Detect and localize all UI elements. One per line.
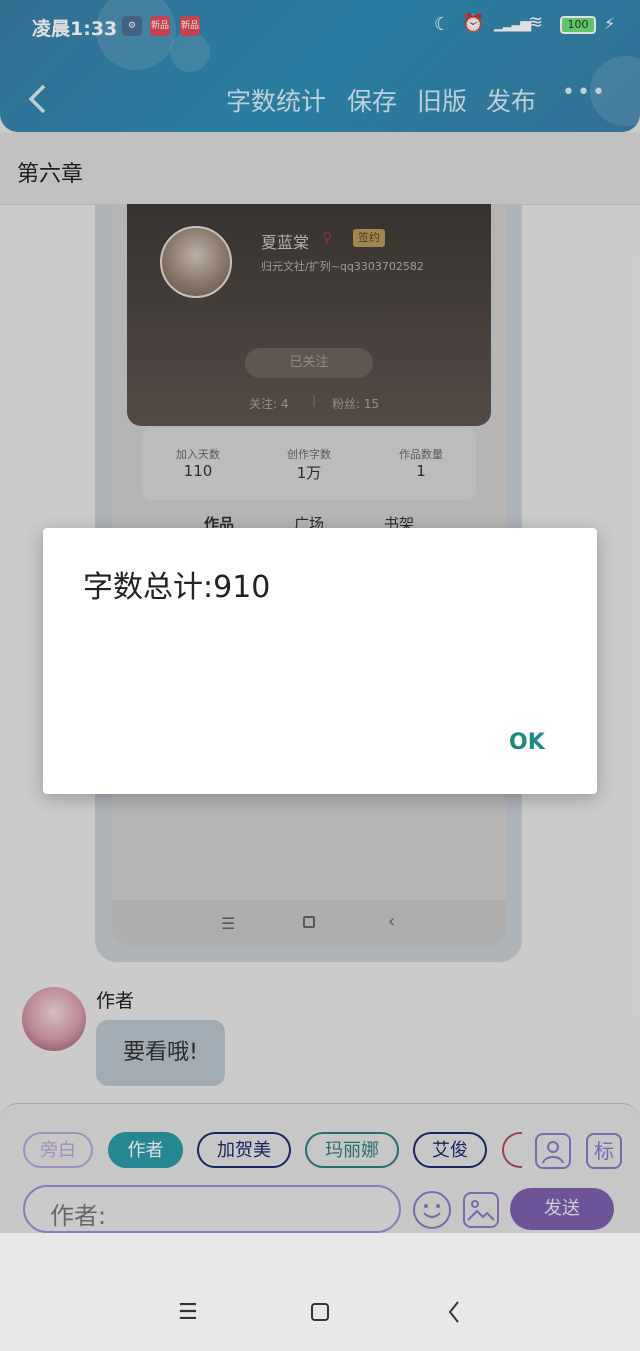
back-button-icon[interactable] <box>447 1300 461 1324</box>
recents-icon[interactable]: ☰ <box>178 1300 198 1325</box>
dialog-message: 字数总计:910 <box>83 570 271 605</box>
system-nav-bar <box>0 1233 640 1351</box>
ok-button[interactable]: OK <box>509 730 545 755</box>
home-button-icon[interactable] <box>311 1303 329 1321</box>
